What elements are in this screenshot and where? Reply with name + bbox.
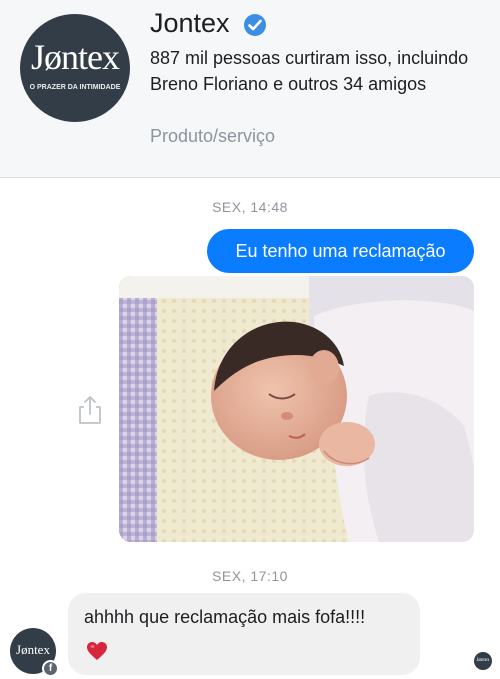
- red-heart-icon: [86, 641, 108, 661]
- incoming-message-bubble[interactable]: ahhhh que reclamação mais fofa!!!!: [68, 593, 420, 675]
- incoming-message-text: ahhhh que reclamação mais fofa!!!!: [84, 607, 366, 627]
- verified-check-icon: [244, 14, 266, 36]
- logo-wordmark: Jøntex: [31, 37, 120, 77]
- page-name[interactable]: Jontex: [150, 8, 230, 39]
- outgoing-message-bubble[interactable]: Eu tenho uma reclamação: [207, 229, 474, 273]
- baby-photo[interactable]: [119, 276, 474, 542]
- page-likes-summary: 887 mil pessoas curtiram isso, incluindo…: [150, 48, 469, 94]
- page-logo[interactable]: Jøntex O PRAZER DA INTIMIDADE: [20, 14, 130, 122]
- facebook-badge-icon: f: [42, 660, 59, 677]
- message-timestamp: SEX, 17:10: [212, 568, 288, 584]
- page-category: Produto/serviço: [150, 126, 276, 146]
- avatar-wordmark: Jøntex: [16, 642, 50, 657]
- share-icon[interactable]: [76, 395, 104, 425]
- message-timestamp: SEX, 14:48: [212, 199, 288, 215]
- logo-tagline: O PRAZER DA INTIMIDADE: [29, 84, 121, 91]
- page-header: Jøntex O PRAZER DA INTIMIDADE Jontex 887…: [0, 0, 500, 178]
- seen-indicator-avatar: Jøntex: [474, 652, 492, 670]
